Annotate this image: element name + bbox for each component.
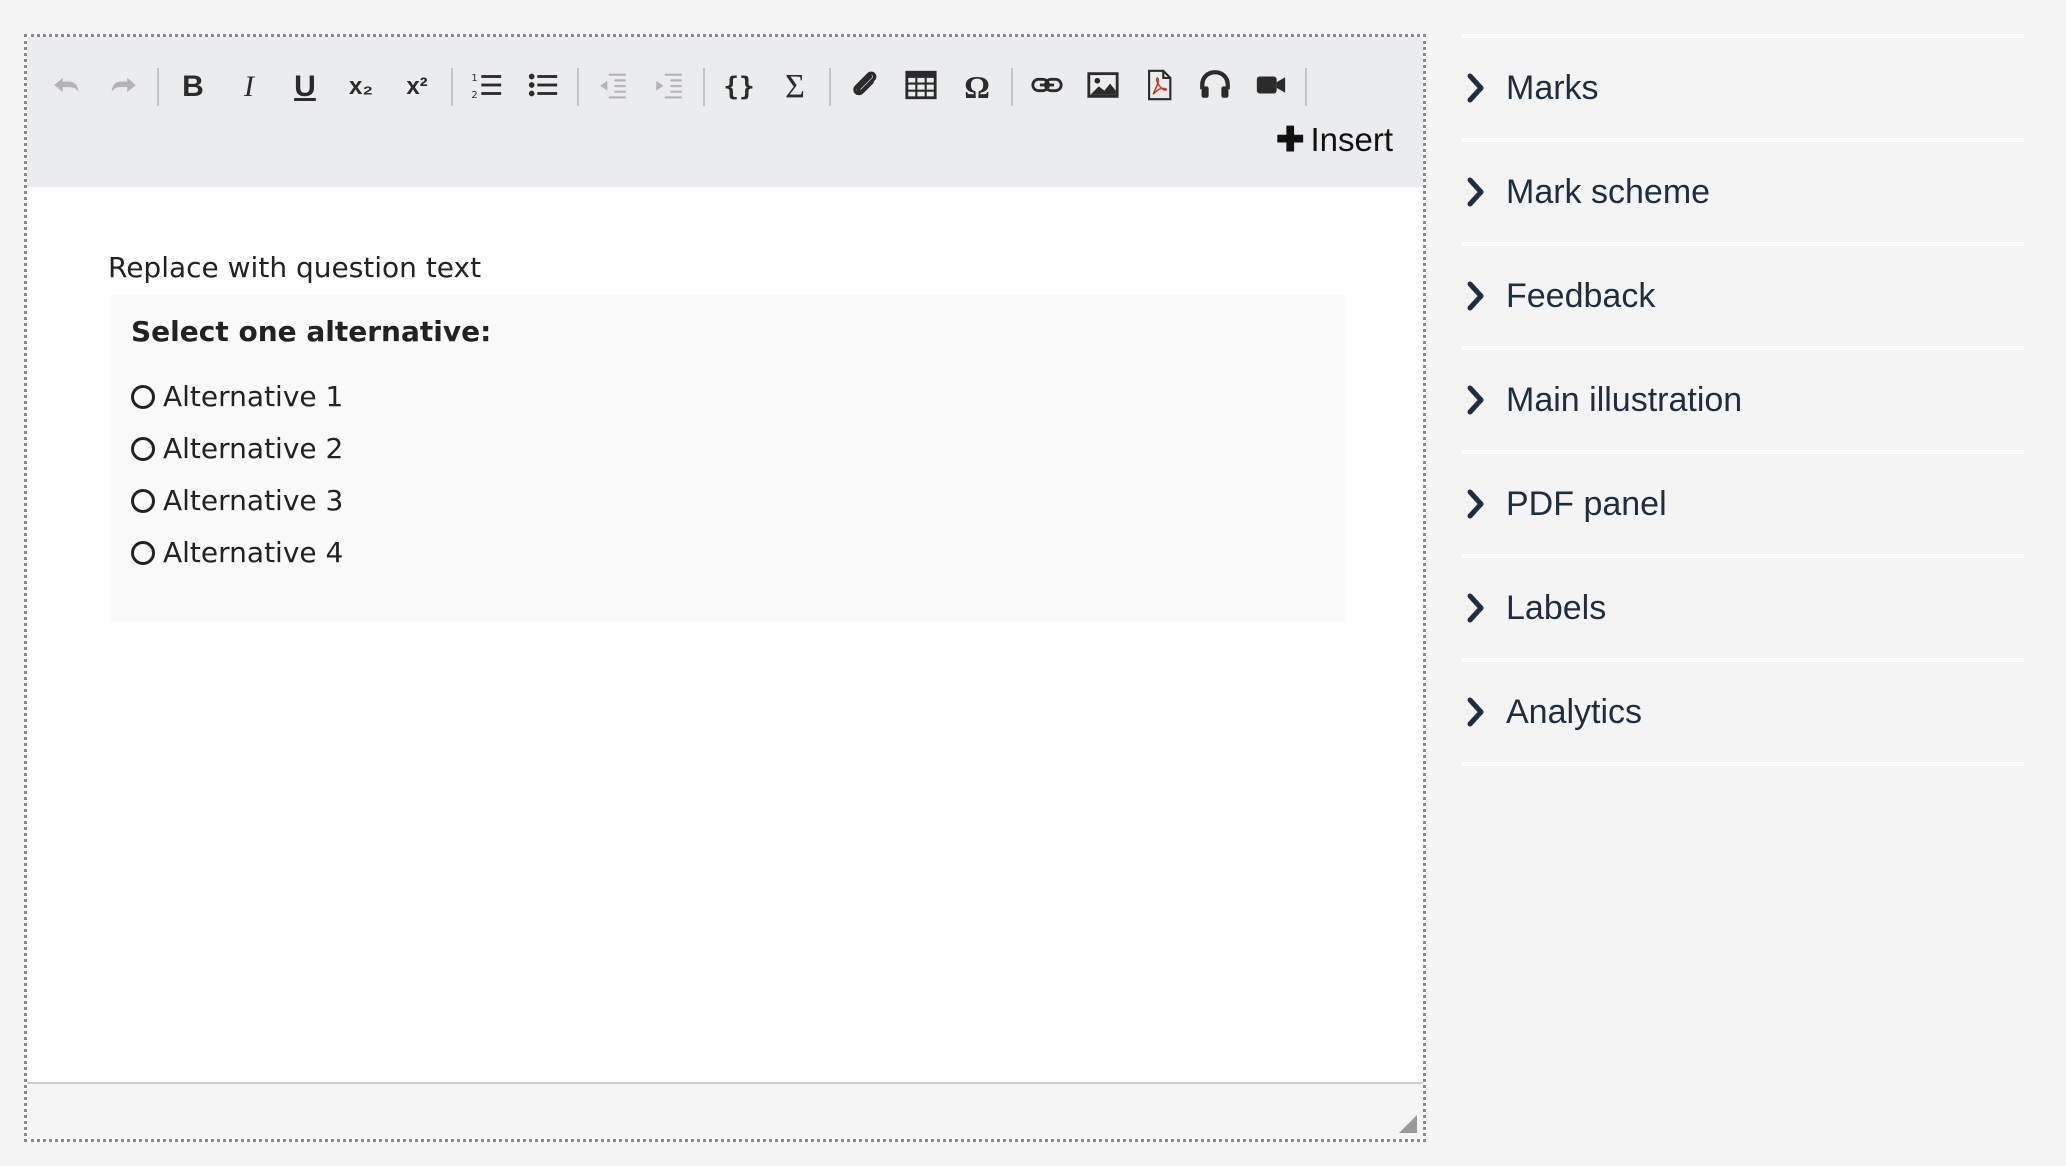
link-button[interactable] — [1019, 59, 1075, 115]
radio-icon — [131, 436, 155, 461]
svg-text:2: 2 — [471, 90, 477, 101]
accordion-item-pdf-panel[interactable]: PDF panel — [1462, 454, 2024, 558]
outdent-button[interactable] — [585, 59, 641, 115]
toolbar-separator — [703, 68, 705, 106]
toolbar-separator — [577, 68, 579, 106]
settings-accordion: Marks Mark scheme Feedback Main illustratio… — [1462, 34, 2024, 766]
code-braces-icon: {} — [723, 72, 755, 102]
chevron-right-icon — [1467, 697, 1484, 727]
toolbar-separator — [451, 68, 453, 106]
chevron-right-icon — [1467, 73, 1484, 103]
alternative-option[interactable]: Alternative 1 — [131, 380, 343, 413]
alternative-label: Alternative 3 — [163, 484, 344, 517]
omega-button[interactable]: Ω — [949, 59, 1005, 115]
editor-statusbar — [27, 1082, 1423, 1139]
table-button[interactable] — [893, 59, 949, 115]
accordion-label: PDF panel — [1506, 484, 1667, 523]
accordion-item-labels[interactable]: Labels — [1462, 558, 2024, 662]
question-text[interactable]: Replace with question text — [108, 251, 481, 284]
toolbar-buttons: B I Ux₂ x² 1 2{} Σ Ω — [39, 57, 1313, 117]
toolbar-separator — [1011, 68, 1013, 106]
redo-icon — [106, 68, 140, 106]
numbered-list-icon: 12 — [470, 68, 504, 106]
svg-text:1: 1 — [471, 73, 477, 84]
accordion-label: Feedback — [1506, 276, 1656, 315]
insert-button[interactable]: ✚ Insert — [1276, 120, 1393, 160]
chevron-right-icon — [1467, 177, 1484, 207]
bold-icon: B — [182, 70, 204, 103]
redo-button[interactable] — [95, 59, 151, 115]
plus-icon: ✚ — [1275, 121, 1305, 159]
editor-toolbar: B I Ux₂ x² 1 2{} Σ Ω ✚ Insert — [27, 37, 1423, 187]
image-button[interactable] — [1075, 59, 1131, 115]
alternative-label: Alternative 1 — [163, 380, 344, 413]
chevron-right-icon — [1467, 385, 1484, 415]
alternative-option[interactable]: Alternative 3 — [131, 484, 343, 517]
subscript-icon: x₂ — [348, 73, 373, 100]
image-icon — [1086, 68, 1120, 106]
table-icon — [904, 68, 938, 106]
sigma-icon: Σ — [785, 68, 805, 105]
accordion-label: Analytics — [1506, 692, 1643, 731]
alternative-label: Alternative 4 — [163, 536, 344, 569]
accordion-item-main-illustration[interactable]: Main illustration — [1462, 350, 2024, 454]
omega-icon: Ω — [964, 69, 990, 105]
underline-icon: U — [294, 70, 316, 103]
bulleted-list-icon — [526, 68, 560, 106]
outdent-icon — [596, 68, 630, 106]
pdf-button[interactable] — [1131, 59, 1187, 115]
accordion-item-analytics[interactable]: Analytics — [1462, 662, 2024, 766]
radio-icon — [131, 540, 155, 565]
indent-button[interactable] — [641, 59, 697, 115]
choice-title: Select one alternative: — [131, 315, 492, 348]
alternative-option[interactable]: Alternative 2 — [131, 432, 343, 465]
chevron-right-icon — [1467, 593, 1484, 623]
pdf-icon — [1142, 68, 1176, 106]
accordion-label: Marks — [1506, 68, 1599, 107]
accordion-label: Labels — [1506, 588, 1607, 627]
toolbar-separator — [157, 68, 159, 106]
italic-button[interactable]: I — [221, 59, 277, 115]
undo-button[interactable] — [39, 59, 95, 115]
choice-block: Select one alternative: Alternative 1 Al… — [111, 295, 1345, 622]
underline-button[interactable]: U — [277, 59, 333, 115]
undo-icon — [50, 68, 84, 106]
link-icon — [1030, 68, 1064, 106]
bulleted-list-button[interactable] — [515, 59, 571, 115]
radio-icon — [131, 488, 155, 513]
video-icon — [1254, 68, 1288, 106]
sigma-button[interactable]: Σ — [767, 59, 823, 115]
indent-icon — [652, 68, 686, 106]
insert-label: Insert — [1310, 121, 1393, 158]
accordion-item-feedback[interactable]: Feedback — [1462, 246, 2024, 350]
chevron-right-icon — [1467, 281, 1484, 311]
accordion-label: Main illustration — [1506, 380, 1743, 419]
video-button[interactable] — [1243, 59, 1299, 115]
toolbar-separator — [1305, 68, 1307, 106]
code-braces-button[interactable]: {} — [711, 59, 767, 115]
headphones-icon — [1198, 68, 1232, 106]
question-editor: B I Ux₂ x² 1 2{} Σ Ω ✚ Insert Replace with ques… — [24, 34, 1426, 1142]
radio-icon — [131, 384, 155, 409]
editor-content[interactable]: Replace with question text Select one al… — [27, 187, 1423, 1084]
accordion-item-mark-scheme[interactable]: Mark scheme — [1462, 142, 2024, 246]
bold-button[interactable]: B — [165, 59, 221, 115]
alternative-option[interactable]: Alternative 4 — [131, 536, 343, 569]
superscript-button[interactable]: x² — [389, 59, 445, 115]
attachment-icon — [848, 68, 882, 106]
italic-icon: I — [244, 70, 254, 103]
headphones-button[interactable] — [1187, 59, 1243, 115]
toolbar-separator — [829, 68, 831, 106]
superscript-icon: x² — [406, 73, 428, 100]
accordion-item-marks[interactable]: Marks — [1462, 38, 2024, 142]
numbered-list-button[interactable]: 12 — [459, 59, 515, 115]
chevron-right-icon — [1467, 489, 1484, 519]
alternative-label: Alternative 2 — [163, 432, 344, 465]
subscript-button[interactable]: x₂ — [333, 59, 389, 115]
resize-handle-icon[interactable] — [1397, 1113, 1417, 1133]
attachment-button[interactable] — [837, 59, 893, 115]
accordion-label: Mark scheme — [1506, 172, 1711, 211]
